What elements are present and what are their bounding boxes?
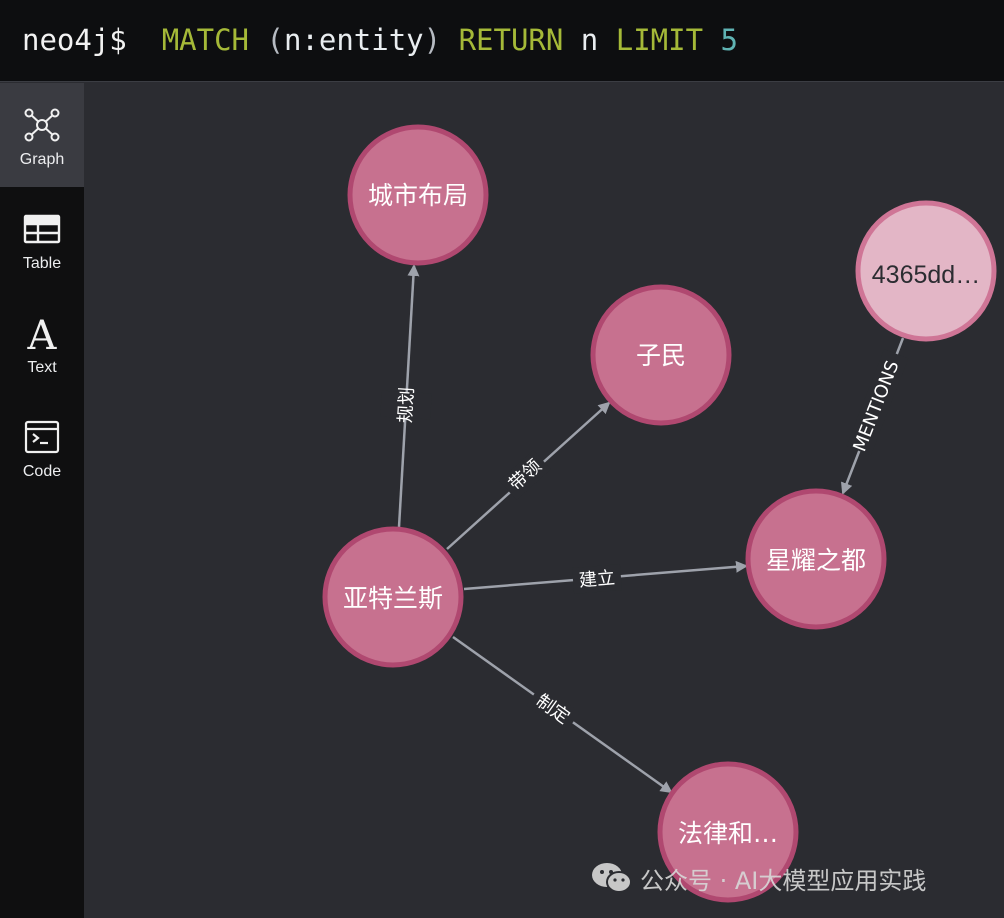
query-bar[interactable]: neo4j$ MATCH (n:entity) RETURN n LIMIT 5 [0, 0, 1004, 82]
svg-text:A: A [27, 313, 58, 353]
relationship-lead[interactable]: 带领 [446, 401, 611, 550]
node-label: 法律和… [678, 819, 778, 848]
view-tab-table[interactable]: Table [0, 187, 84, 291]
node-label: 城市布局 [368, 181, 468, 210]
view-tab-label: Table [22, 255, 62, 272]
graph-canvas[interactable]: 规划 带领 建立 制定 MENTIONS 城市布局 子民 4365dd… 亚特兰… [84, 83, 1004, 918]
node-atlantis[interactable]: 亚特兰斯 [322, 526, 464, 668]
node-city-layout[interactable]: 城市布局 [347, 124, 489, 266]
relationship-plan[interactable]: 规划 [380, 264, 432, 528]
node-label: 亚特兰斯 [343, 584, 443, 613]
node-label: 子民 [636, 341, 686, 370]
view-tab-graph[interactable]: Graph [0, 83, 84, 187]
node-label: 星耀之都 [766, 546, 866, 575]
neo4j-browser-frame: neo4j$ MATCH (n:entity) RETURN n LIMIT 5… [0, 0, 1004, 918]
query-match-keyword: MATCH [161, 23, 249, 57]
node-star-city[interactable]: 星耀之都 [745, 488, 887, 630]
relationship-formulate[interactable]: 制定 [452, 635, 673, 794]
query-text[interactable]: neo4j$ MATCH (n:entity) RETURN n LIMIT 5 [22, 20, 738, 60]
query-limit-value: 5 [720, 23, 738, 57]
relationship-label: 建立 [578, 568, 616, 592]
watermark-text: 公众号 · AI大模型应用实践 [640, 866, 927, 895]
relationship-establish[interactable]: 建立 [463, 560, 748, 594]
query-open-paren: ( [266, 23, 284, 57]
relationship-mentions[interactable]: MENTIONS [841, 337, 909, 495]
view-sidebar: Graph Table A Text Code [0, 83, 84, 918]
query-return-keyword: RETURN [458, 23, 564, 57]
query-return-var: n [580, 23, 599, 57]
watermark: 公众号 · AI大模型应用实践 [590, 858, 926, 898]
graph-icon [24, 108, 60, 142]
query-limit-keyword: LIMIT [615, 23, 704, 57]
view-tab-label: Text [27, 359, 57, 376]
relationship-label: 规划 [395, 386, 418, 423]
code-icon [24, 420, 60, 454]
wechat-icon [592, 863, 632, 893]
view-tab-label: Code [22, 463, 62, 480]
view-tab-label: Graph [19, 151, 65, 168]
query-close-paren: ) [423, 23, 442, 57]
node-label: 4365dd… [872, 261, 980, 289]
node-people[interactable]: 子民 [590, 284, 732, 426]
view-tab-code[interactable]: Code [0, 395, 84, 499]
node-document[interactable]: 4365dd… [855, 200, 997, 342]
query-pattern: n:entity [283, 23, 424, 57]
text-icon: A [27, 313, 58, 353]
graph-visualization[interactable]: 规划 带领 建立 制定 MENTIONS 城市布局 子民 4365dd… 亚特兰… [84, 83, 1004, 918]
view-tab-text[interactable]: A Text [0, 291, 84, 395]
table-icon [23, 214, 61, 244]
query-prompt: neo4j$ [22, 23, 127, 57]
